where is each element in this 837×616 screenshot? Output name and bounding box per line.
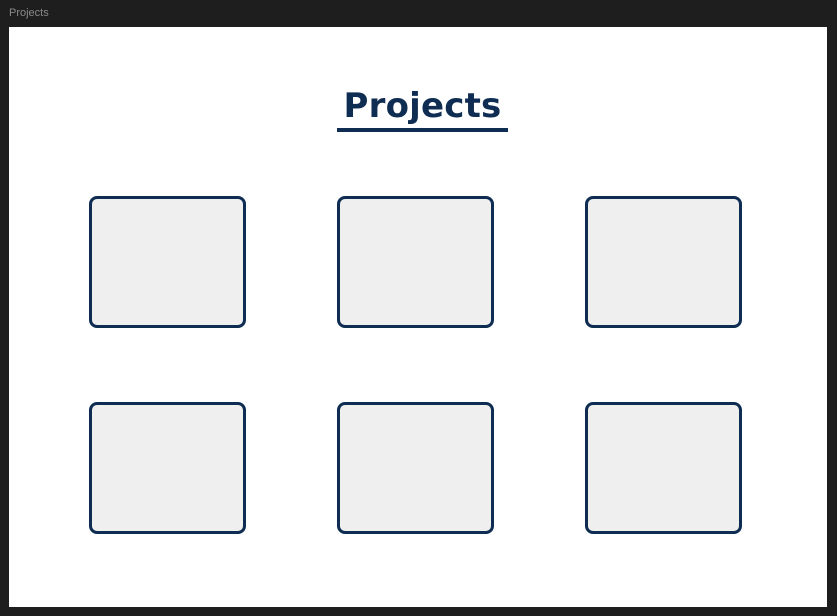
project-card-4[interactable] — [89, 402, 246, 534]
page-title: Projects — [343, 86, 502, 126]
project-card-2[interactable] — [337, 196, 494, 328]
project-card-5[interactable] — [337, 402, 494, 534]
projects-canvas: Projects — [9, 27, 827, 607]
project-card-6[interactable] — [585, 402, 742, 534]
frame-label[interactable]: Projects — [9, 6, 49, 20]
project-card-1[interactable] — [89, 196, 246, 328]
title-underline — [337, 128, 508, 132]
project-card-3[interactable] — [585, 196, 742, 328]
